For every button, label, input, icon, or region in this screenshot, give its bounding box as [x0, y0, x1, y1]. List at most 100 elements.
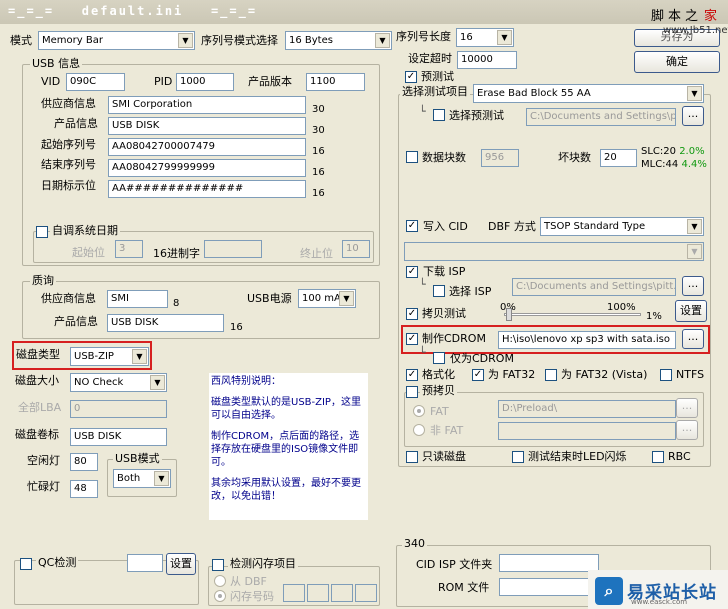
serial-len-value: 16: [460, 32, 473, 43]
cdrom-path-input[interactable]: H:\iso\lenovo xp sp3 with sata.iso: [498, 331, 676, 349]
rom-input[interactable]: [499, 578, 599, 596]
quality-title: 质询: [30, 274, 56, 287]
cdrom-only-checkbox[interactable]: [433, 352, 445, 364]
vid-input[interactable]: 090C: [66, 73, 125, 91]
format-label: 格式化: [422, 368, 455, 381]
usb-power-label: USB电源: [247, 292, 292, 305]
usb-mode-select[interactable]: Both ▼: [113, 469, 171, 488]
fat-path-input[interactable]: D:\Preload\: [498, 400, 676, 418]
cid-disabled-select[interactable]: ▼: [404, 242, 704, 261]
disk-size-select[interactable]: NO Check ▼: [70, 373, 167, 392]
from-dbf-radio[interactable]: [214, 575, 226, 587]
pretest-path-input[interactable]: C:\Documents and Settings\pit: [526, 108, 676, 126]
auto-date-checkbox[interactable]: [36, 226, 48, 238]
flash-detect-label: 检测闪存项目: [228, 557, 298, 570]
fat-browse-button[interactable]: ...: [676, 398, 698, 418]
fat-radio[interactable]: [413, 405, 425, 417]
chevron-down-icon: ▼: [150, 375, 165, 390]
usb-power-select[interactable]: 100 mA ▼: [298, 289, 356, 308]
flash-id-input-1[interactable]: [283, 584, 305, 602]
volume-input[interactable]: USB DISK: [70, 428, 167, 446]
led-flash-label: 测试结束时LED闪烁: [528, 450, 627, 463]
serial-mode-select[interactable]: 16 Bytes ▼: [285, 31, 392, 50]
cdrom-browse-button[interactable]: ...: [682, 329, 704, 349]
flash-id-radio[interactable]: [214, 590, 226, 602]
nonfat-path-input[interactable]: [498, 422, 676, 440]
select-pretest-checkbox[interactable]: [433, 109, 445, 121]
start-sn-input[interactable]: AA08042700007479: [108, 138, 306, 156]
bad-blocks-input[interactable]: 20: [600, 149, 637, 167]
copy-slider-thumb[interactable]: [506, 308, 512, 321]
select-pretest-label: 选择预测试: [449, 109, 504, 122]
test-item-select[interactable]: Erase Bad Block 55 AA ▼: [473, 84, 704, 103]
product-label: 产品信息: [54, 117, 98, 130]
disk-type-select[interactable]: USB-ZIP ▼: [70, 347, 149, 366]
qc-input[interactable]: [127, 554, 163, 572]
readonly-checkbox[interactable]: [406, 451, 418, 463]
qc-checkbox[interactable]: [20, 558, 32, 570]
mode-select[interactable]: Memory Bar ▼: [38, 31, 195, 50]
date-input[interactable]: AA##############: [108, 180, 306, 198]
volume-label: 磁盘卷标: [15, 428, 59, 441]
hex-input[interactable]: [204, 240, 262, 258]
end-sn-input[interactable]: AA08042799999999: [108, 159, 306, 177]
slc-text: SLC:20: [641, 146, 676, 157]
busy-led-input[interactable]: 48: [70, 480, 98, 498]
chevron-down-icon: ▼: [132, 349, 147, 364]
copy-slider-track[interactable]: [504, 313, 641, 316]
precopy-checkbox[interactable]: [406, 386, 418, 398]
quality-vendor-input[interactable]: SMI: [107, 290, 168, 308]
copy-test-label: 拷贝测试: [422, 307, 466, 320]
pretest-browse-button[interactable]: ...: [682, 106, 704, 126]
led-flash-checkbox[interactable]: [512, 451, 524, 463]
percent-value: 1%: [646, 311, 662, 322]
copy-settings-button[interactable]: 设置: [675, 300, 707, 322]
ntfs-checkbox[interactable]: [660, 369, 672, 381]
serial-len-select[interactable]: 16 ▼: [456, 28, 514, 47]
product-input[interactable]: USB DISK: [108, 117, 306, 135]
fat32-vista-checkbox[interactable]: [545, 369, 557, 381]
pid-input[interactable]: 1000: [176, 73, 234, 91]
end-pos-input[interactable]: 10: [342, 240, 370, 258]
ok-button[interactable]: 确定: [634, 51, 720, 73]
flash-id-input-2[interactable]: [307, 584, 329, 602]
blocks-input[interactable]: 956: [481, 149, 519, 167]
isp-path-input[interactable]: C:\Documents and Settings\pitt.ch: [512, 278, 676, 296]
auto-date-label: 自调系统日期: [50, 224, 120, 237]
make-cdrom-label: 制作CDROM: [422, 332, 486, 345]
download-isp-checkbox[interactable]: ✓: [406, 266, 418, 278]
nonfat-radio[interactable]: [413, 424, 425, 436]
flash-detect-checkbox[interactable]: [212, 559, 224, 571]
write-cid-checkbox[interactable]: ✓: [406, 220, 418, 232]
quality-vendor-label: 供应商信息: [41, 292, 96, 305]
pretest-checkbox[interactable]: ✓: [405, 71, 417, 83]
vendor-input[interactable]: SMI Corporation: [108, 96, 306, 114]
flash-id-input-3[interactable]: [331, 584, 353, 602]
format-checkbox[interactable]: ✓: [406, 369, 418, 381]
isp-browse-button[interactable]: ...: [682, 276, 704, 296]
version-input[interactable]: 1100: [306, 73, 365, 91]
fat32-checkbox[interactable]: ✓: [472, 369, 484, 381]
quality-product-input[interactable]: USB DISK: [107, 314, 224, 332]
copy-test-checkbox[interactable]: ✓: [406, 308, 418, 320]
vendor-length: 30: [312, 104, 325, 115]
select-isp-checkbox[interactable]: [433, 285, 445, 297]
blocks-checkbox[interactable]: [406, 151, 418, 163]
qc-label: QC检测: [36, 556, 79, 569]
flash-id-input-4[interactable]: [355, 584, 377, 602]
make-cdrom-checkbox[interactable]: ✓: [406, 333, 418, 345]
timeout-input[interactable]: 10000: [457, 51, 517, 69]
dbf-select[interactable]: TSOP Standard Type ▼: [540, 217, 704, 236]
rbc-checkbox[interactable]: [652, 451, 664, 463]
lba-label: 全部LBA: [18, 401, 62, 414]
usb-mode-title: USB模式: [113, 452, 162, 465]
nonfat-browse-button[interactable]: ...: [676, 420, 698, 440]
mlc-label: MLC:44 4.4%: [641, 158, 707, 172]
qc-settings-button[interactable]: 设置: [166, 553, 196, 575]
lba-input[interactable]: 0: [70, 400, 167, 418]
write-cid-label: 写入 CID: [423, 220, 468, 233]
start-pos-input[interactable]: 3: [115, 240, 143, 258]
date-label: 日期标示位: [41, 179, 96, 192]
idle-led-input[interactable]: 80: [70, 453, 98, 471]
cid-isp-input[interactable]: [499, 554, 599, 572]
